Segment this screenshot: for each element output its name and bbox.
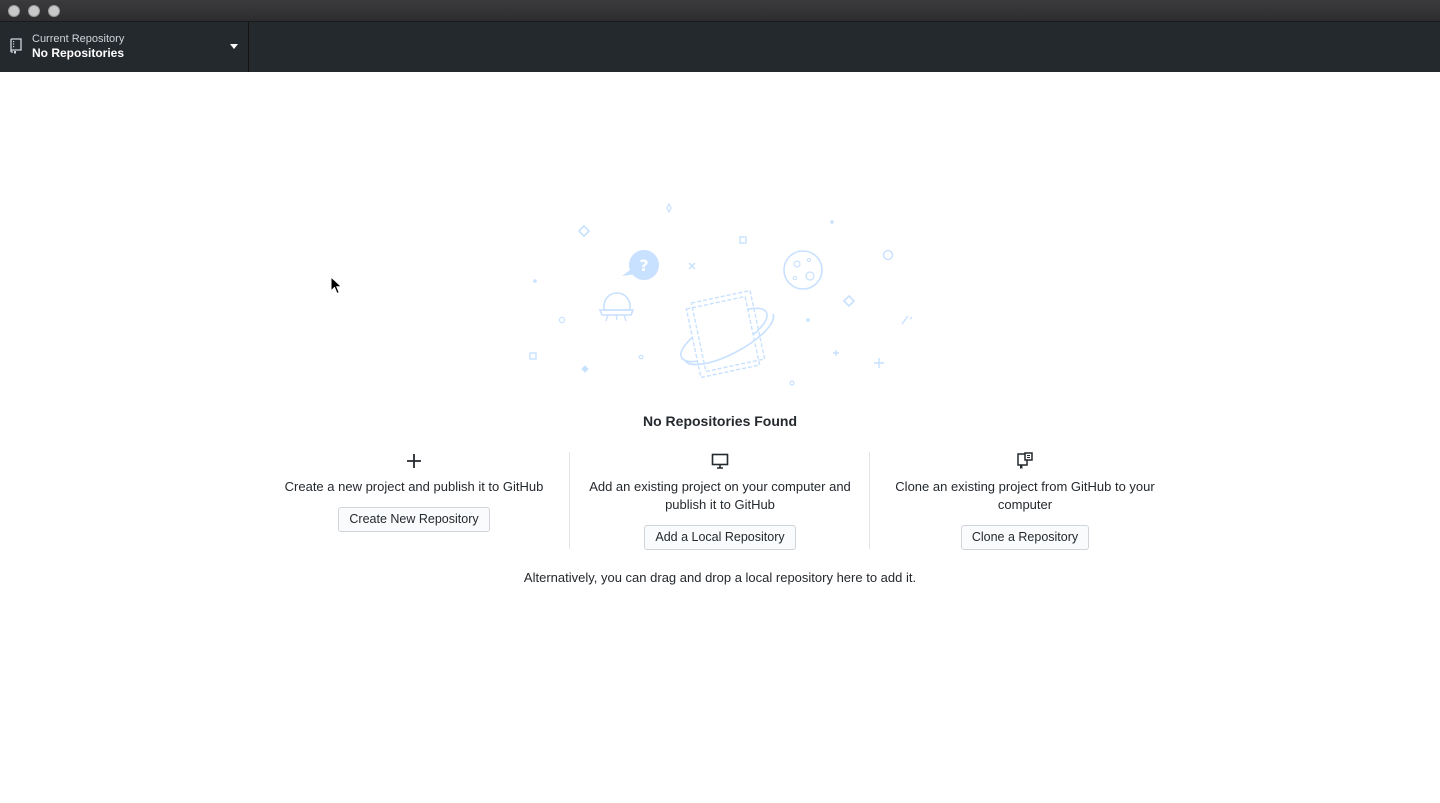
current-repository-label: Current Repository: [32, 33, 125, 45]
clone-repository-button[interactable]: Clone a Repository: [960, 525, 1090, 550]
add-local-repository-option: Add an existing project on your computer…: [585, 452, 855, 550]
repo-clone-icon: [1017, 452, 1033, 469]
svg-text:?: ?: [639, 256, 648, 275]
chevron-down-icon: [230, 44, 238, 49]
plus-icon: [407, 454, 421, 468]
add-local-repository-description: Add an existing project on your computer…: [589, 479, 851, 512]
window-minimize-button[interactable]: [28, 5, 40, 17]
mouse-cursor-icon: [330, 276, 343, 295]
column-divider: [569, 452, 570, 549]
window-titlebar: [0, 0, 1440, 22]
column-divider: [869, 452, 870, 549]
create-repository-option: Create a new project and publish it to G…: [280, 452, 548, 550]
desktop-icon: [711, 453, 729, 469]
create-new-repository-button[interactable]: Create New Repository: [338, 507, 490, 532]
app-toolbar: Current Repository No Repositories: [0, 22, 1440, 72]
current-repository-dropdown[interactable]: Current Repository No Repositories: [0, 22, 249, 72]
page-title: No Repositories Found: [643, 413, 797, 429]
clone-repository-description: Clone an existing project from GitHub to…: [895, 479, 1155, 512]
clone-repository-option: Clone an existing project from GitHub to…: [885, 452, 1165, 550]
space-illustration: ?: [529, 202, 913, 386]
add-local-repository-button[interactable]: Add a Local Repository: [644, 525, 796, 550]
current-repository-value: No Repositories: [32, 46, 125, 60]
window-close-button[interactable]: [8, 5, 20, 17]
blank-slate-view: ? No Repositories Found Create a new pro…: [0, 72, 1440, 803]
create-repository-description: Create a new project and publish it to G…: [284, 479, 544, 494]
drag-drop-hint: Alternatively, you can drag and drop a l…: [523, 570, 917, 585]
repo-icon: [10, 38, 22, 54]
window-zoom-button[interactable]: [48, 5, 60, 17]
